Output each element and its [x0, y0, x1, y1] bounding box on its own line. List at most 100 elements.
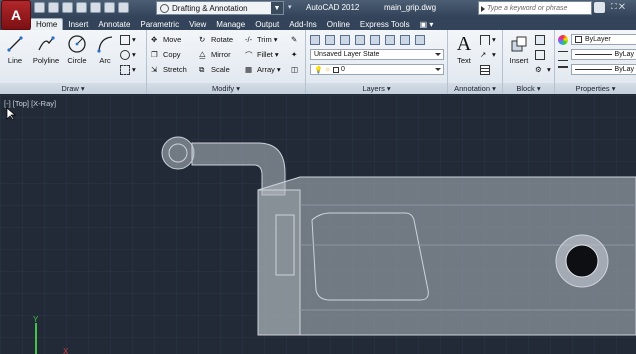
scale-button[interactable]: ⧉ Scale	[199, 63, 230, 76]
copy-button[interactable]: ❐ Copy	[151, 48, 181, 61]
app-title: AutoCAD 2012	[306, 3, 360, 12]
layer-state-icon[interactable]	[325, 34, 335, 45]
workspace-select[interactable]: Drafting & Annotation ▼	[156, 1, 284, 15]
trim-label: Trim	[257, 35, 272, 44]
mirror-button[interactable]: ⧋ Mirror	[199, 48, 231, 61]
linetype-select[interactable]: ByLay	[571, 49, 636, 60]
layer-lock-icon[interactable]	[385, 34, 395, 45]
scale-label: Scale	[211, 65, 230, 74]
undo-icon[interactable]	[104, 2, 115, 13]
tab-view[interactable]: View	[184, 18, 211, 30]
line-button[interactable]: Line	[3, 32, 27, 65]
tab-express-tools[interactable]: Express Tools	[355, 18, 415, 30]
tab-parametric[interactable]: Parametric	[135, 18, 184, 30]
tab-manage[interactable]: Manage	[211, 18, 250, 30]
layer-freeze-icon[interactable]	[370, 34, 380, 45]
text-button[interactable]: A Text	[452, 32, 476, 66]
layer-state-select[interactable]: Unsaved Layer State	[310, 49, 444, 60]
offset-button[interactable]: ◫	[291, 63, 301, 76]
layers-panel-title[interactable]: Layers ▾	[306, 83, 447, 94]
save-icon[interactable]	[62, 2, 73, 13]
circle-button[interactable]: Circle	[64, 32, 90, 65]
attribute-icon: ⚙	[535, 64, 542, 74]
hatch-icon	[120, 64, 130, 75]
drawing-canvas[interactable]: Y X [-] [Top] [X-Ray]	[0, 95, 636, 354]
trim-button[interactable]: -/- Trim ▾	[245, 33, 277, 46]
insert-label: Insert	[509, 56, 529, 65]
draw-panel: Line Polyline Circle Arc ▾ ▾ ▾ Draw ▾	[0, 30, 147, 94]
color-select[interactable]: ByLayer	[571, 34, 636, 45]
table-button[interactable]	[480, 63, 490, 76]
tab-insert[interactable]: Insert	[63, 18, 93, 30]
lightbulb-icon: 💡	[314, 66, 323, 74]
rectangle-button[interactable]: ▾	[120, 33, 136, 46]
match-properties-button[interactable]	[558, 33, 568, 46]
layer-off-icon[interactable]	[355, 34, 365, 45]
layer-properties-icon[interactable]	[310, 34, 320, 45]
layer-isolate-icon[interactable]	[340, 34, 350, 45]
tab-annotate[interactable]: Annotate	[93, 18, 135, 30]
info-center-icons[interactable]: ⛶ ✕	[611, 2, 634, 14]
edit-block-button[interactable]	[535, 48, 545, 61]
edit-block-icon	[535, 49, 545, 60]
print-icon[interactable]	[90, 2, 101, 13]
annotation-panel-title[interactable]: Annotation ▾	[448, 83, 502, 94]
leader-button[interactable]: ↗ ▾	[480, 48, 496, 61]
fillet-icon: ⌒	[245, 50, 253, 60]
table-icon	[480, 64, 490, 75]
new-icon[interactable]	[34, 2, 45, 13]
tab-extra-dropdown[interactable]: ▣ ▾	[415, 18, 439, 30]
array-button[interactable]: ▦ Array ▾	[245, 63, 281, 76]
attribute-button[interactable]: ⚙ ▾	[535, 63, 551, 76]
search-icon[interactable]	[594, 2, 605, 13]
tab-home[interactable]: Home	[30, 18, 64, 30]
search-input[interactable]: Type a keyword or phrase	[478, 1, 592, 15]
layer-match-icon[interactable]	[400, 34, 410, 45]
layer-state-value: Unsaved Layer State	[314, 51, 380, 58]
layer-previous-icon[interactable]	[415, 34, 425, 45]
save-as-icon[interactable]	[76, 2, 87, 13]
text-icon: A	[456, 32, 472, 55]
insert-button[interactable]: Insert	[507, 32, 531, 65]
erase-icon: ✎	[291, 34, 298, 44]
tab-online[interactable]: Online	[322, 18, 355, 30]
block-panel-title[interactable]: Block ▾	[503, 83, 554, 94]
lineweight-icon-wrap	[558, 64, 568, 77]
model-space[interactable]: Y X	[0, 95, 636, 354]
polyline-icon	[36, 32, 56, 56]
lineweight-select[interactable]: ByLay	[571, 64, 636, 75]
mouse-cursor-icon	[6, 107, 16, 121]
hatch-button[interactable]: ▾	[120, 48, 136, 61]
block-title-label: Block	[516, 84, 535, 93]
end-hole[interactable]	[565, 244, 599, 278]
layers-title-label: Layers	[362, 84, 385, 93]
draw-title-label: Draw	[61, 84, 79, 93]
ball-joint[interactable]	[161, 136, 195, 170]
annotation-panel: A Text ▾ ↗ ▾ Annotation ▾	[448, 30, 503, 94]
rotate-button[interactable]: ↻ Rotate	[199, 33, 233, 46]
properties-panel-title[interactable]: Properties ▾	[555, 83, 636, 94]
open-icon[interactable]	[48, 2, 59, 13]
arc-button[interactable]: Arc	[93, 32, 117, 65]
tab-output[interactable]: Output	[250, 18, 284, 30]
layer-select[interactable]: 💡 ☼ 0	[310, 64, 444, 75]
create-block-button[interactable]	[535, 33, 545, 46]
erase-button[interactable]: ✎	[291, 33, 301, 46]
fillet-button[interactable]: ⌒ Fillet ▾	[245, 48, 279, 61]
customize-arrow-icon[interactable]: ▾	[288, 3, 292, 11]
tab-add-ins[interactable]: Add-Ins	[284, 18, 322, 30]
move-button[interactable]: ✥ Move	[151, 33, 181, 46]
gradient-button[interactable]: ▾	[120, 63, 136, 76]
layers-panel: Unsaved Layer State 💡 ☼ 0 Layers ▾	[306, 30, 448, 94]
stretch-button[interactable]: ⇲ Stretch	[151, 63, 187, 76]
modify-panel-title[interactable]: Modify ▾	[147, 83, 305, 94]
svg-text:X: X	[63, 347, 69, 354]
explode-button[interactable]: ✦	[291, 48, 301, 61]
arc-icon	[95, 32, 115, 56]
redo-icon[interactable]	[118, 2, 129, 13]
modify-panel: ✥ Move ↻ Rotate -/- Trim ▾ ❐ Copy ⧋ Mirror ⌒ F…	[147, 30, 306, 94]
polyline-button[interactable]: Polyline	[30, 32, 62, 65]
application-menu-button[interactable]: A	[1, 0, 31, 30]
dimension-button[interactable]: ▾	[480, 33, 496, 46]
draw-panel-title[interactable]: Draw ▾	[0, 83, 146, 94]
